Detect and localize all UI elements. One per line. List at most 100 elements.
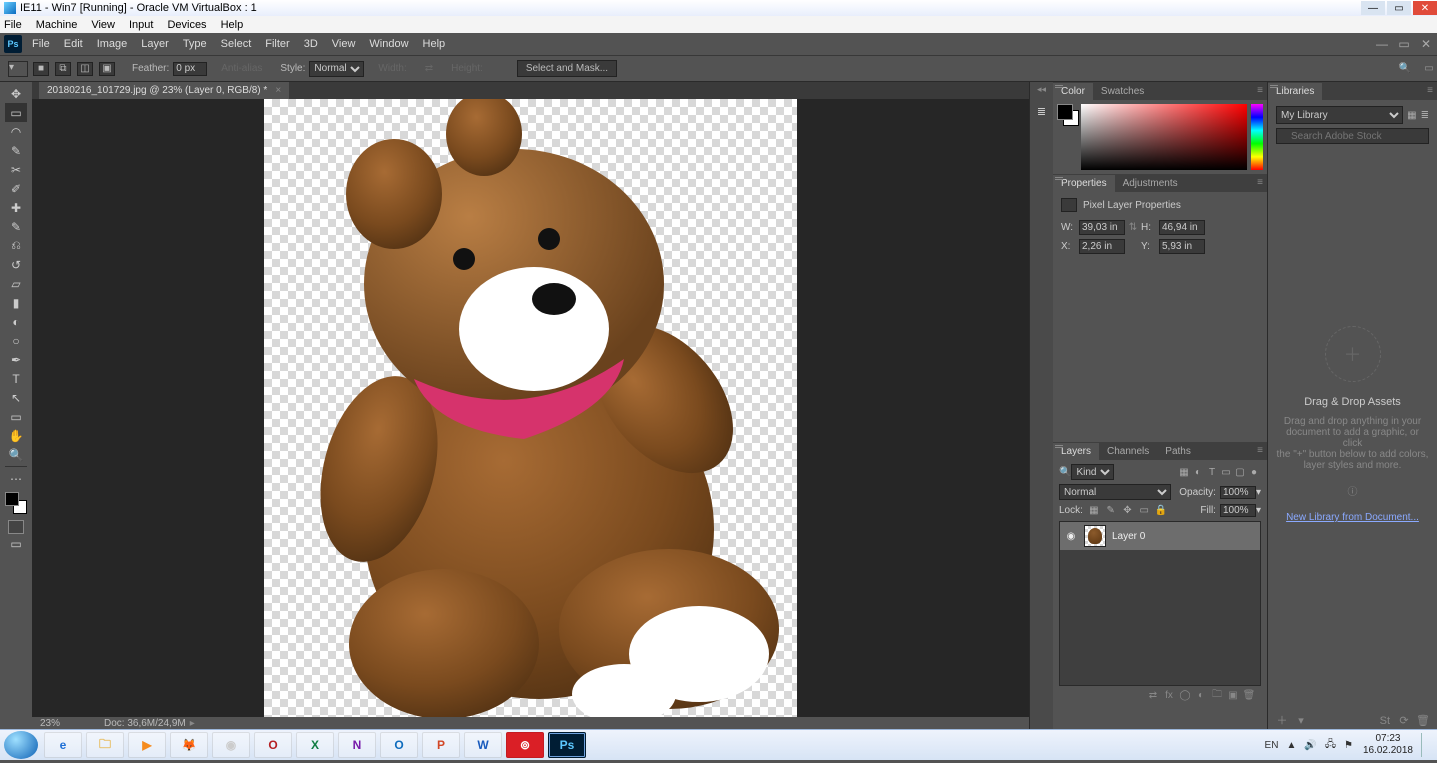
tray-action-icon[interactable]: ⚑ bbox=[1344, 740, 1353, 751]
gradient-tool-icon[interactable]: ▮ bbox=[5, 293, 27, 312]
taskbar-powerpoint-icon[interactable]: P bbox=[422, 732, 460, 758]
tray-lang[interactable]: EN bbox=[1265, 740, 1279, 751]
selection-new-icon[interactable]: ■ bbox=[33, 62, 49, 76]
library-sync-icon[interactable]: ⟳ bbox=[1396, 714, 1412, 727]
style-select[interactable]: Normal bbox=[309, 61, 364, 77]
ps-menu-window[interactable]: Window bbox=[369, 38, 408, 50]
tray-clock[interactable]: 07:23 16.02.2018 bbox=[1363, 733, 1413, 757]
selection-add-icon[interactable]: ⧉ bbox=[55, 62, 71, 76]
vbox-menu-devices[interactable]: Devices bbox=[167, 19, 206, 31]
delete-layer-icon[interactable]: 🗑 bbox=[1241, 690, 1257, 701]
taskbar-firefox-icon[interactable]: 🦊 bbox=[170, 732, 208, 758]
library-select[interactable]: My Library bbox=[1276, 106, 1403, 124]
filter-adjust-icon[interactable]: ◐ bbox=[1191, 467, 1205, 478]
lock-image-icon[interactable]: ✎ bbox=[1104, 505, 1118, 516]
lock-all-icon[interactable]: 🔒 bbox=[1154, 505, 1168, 516]
vbox-menu-view[interactable]: View bbox=[91, 19, 115, 31]
prop-w-input[interactable] bbox=[1079, 220, 1125, 235]
tab-adjustments[interactable]: Adjustments bbox=[1115, 175, 1186, 192]
type-tool-icon[interactable]: T bbox=[5, 369, 27, 388]
rail-expand-icon[interactable]: ◂◂ bbox=[1032, 82, 1052, 97]
taskbar-wmp-icon[interactable]: ▶ bbox=[128, 732, 166, 758]
new-library-link[interactable]: New Library from Document... bbox=[1286, 512, 1419, 523]
layer-visibility-icon[interactable]: ◉ bbox=[1064, 531, 1078, 542]
ps-menu-filter[interactable]: Filter bbox=[265, 38, 289, 50]
ps-menu-view[interactable]: View bbox=[332, 38, 356, 50]
vbox-maximize-button[interactable]: ▭ bbox=[1387, 1, 1411, 15]
opacity-value[interactable]: 100% bbox=[1220, 486, 1256, 499]
search-icon[interactable]: 🔍 bbox=[1397, 62, 1413, 76]
properties-panel-menu-icon[interactable]: ≡ bbox=[1251, 177, 1263, 187]
prop-x-input[interactable] bbox=[1079, 239, 1125, 254]
eraser-tool-icon[interactable]: ▱ bbox=[5, 274, 27, 293]
taskbar-chrome-icon[interactable]: ◉ bbox=[212, 732, 250, 758]
ps-menu-help[interactable]: Help bbox=[423, 38, 446, 50]
tool-preset-picker[interactable]: ▾ bbox=[8, 61, 28, 77]
taskbar-onenote-icon[interactable]: N bbox=[338, 732, 376, 758]
document-tab[interactable]: 20180216_101729.jpg @ 23% (Layer 0, RGB/… bbox=[39, 82, 289, 99]
ps-close-button[interactable]: ✕ bbox=[1415, 37, 1437, 51]
fill-value[interactable]: 100% bbox=[1220, 504, 1256, 517]
filter-shape-icon[interactable]: ▭ bbox=[1219, 467, 1233, 478]
taskbar-word-icon[interactable]: W bbox=[464, 732, 502, 758]
library-add-menu-icon[interactable]: ▾ bbox=[1293, 714, 1309, 727]
ps-menu-3d[interactable]: 3D bbox=[304, 38, 318, 50]
prop-y-input[interactable] bbox=[1159, 239, 1205, 254]
fill-arrow-icon[interactable]: ▾ bbox=[1256, 505, 1261, 516]
prop-h-input[interactable] bbox=[1159, 220, 1205, 235]
pen-tool-icon[interactable]: ✒ bbox=[5, 350, 27, 369]
vbox-menu-file[interactable]: File bbox=[4, 19, 22, 31]
quick-mask-icon[interactable] bbox=[8, 520, 24, 534]
quick-select-tool-icon[interactable]: ✎ bbox=[5, 141, 27, 160]
screen-mode-icon[interactable]: ▭ bbox=[5, 534, 27, 553]
library-stock-icon[interactable]: St bbox=[1377, 715, 1393, 727]
ps-menu-type[interactable]: Type bbox=[183, 38, 207, 50]
library-grid-view-icon[interactable]: ▦ bbox=[1407, 110, 1416, 121]
taskbar-excel-icon[interactable]: X bbox=[296, 732, 334, 758]
color-field[interactable] bbox=[1081, 104, 1247, 170]
ps-minimize-button[interactable]: — bbox=[1371, 37, 1393, 51]
taskbar-ie-icon[interactable]: e bbox=[44, 732, 82, 758]
move-tool-icon[interactable]: ✥ bbox=[5, 84, 27, 103]
selection-intersect-icon[interactable]: ▣ bbox=[99, 62, 115, 76]
library-list-view-icon[interactable]: ≣ bbox=[1421, 110, 1429, 121]
taskbar-photoshop-icon[interactable]: Ps bbox=[548, 732, 586, 758]
selection-subtract-icon[interactable]: ◫ bbox=[77, 62, 93, 76]
taskbar-explorer-icon[interactable]: 🗀 bbox=[86, 732, 124, 758]
tab-paths[interactable]: Paths bbox=[1157, 443, 1199, 460]
layer-fx-icon[interactable]: fx bbox=[1161, 690, 1177, 701]
lock-position-icon[interactable]: ✥ bbox=[1120, 505, 1134, 516]
vbox-menu-input[interactable]: Input bbox=[129, 19, 153, 31]
layer-thumbnail[interactable] bbox=[1084, 525, 1106, 547]
info-icon[interactable]: ⓘ bbox=[1348, 483, 1358, 498]
new-layer-icon[interactable]: ▣ bbox=[1225, 690, 1241, 701]
taskbar-opera-icon[interactable]: O bbox=[254, 732, 292, 758]
workspace-switcher-icon[interactable]: ▭ bbox=[1421, 62, 1437, 76]
tray-volume-icon[interactable]: 🔊 bbox=[1304, 740, 1316, 751]
vbox-menu-machine[interactable]: Machine bbox=[36, 19, 78, 31]
blur-tool-icon[interactable]: ◐ bbox=[5, 312, 27, 331]
library-add-icon[interactable]: ＋ bbox=[1274, 712, 1290, 728]
tray-network-icon[interactable]: 🖧 bbox=[1325, 737, 1336, 754]
layer-name[interactable]: Layer 0 bbox=[1112, 531, 1145, 542]
filter-toggle-icon[interactable]: ● bbox=[1247, 467, 1261, 478]
clone-stamp-tool-icon[interactable]: ⎌ bbox=[5, 236, 27, 255]
hand-tool-icon[interactable]: ✋ bbox=[5, 426, 27, 445]
filter-pixel-icon[interactable]: ▦ bbox=[1177, 467, 1191, 478]
path-select-tool-icon[interactable]: ↖ bbox=[5, 388, 27, 407]
tray-show-hidden-icon[interactable]: ▲ bbox=[1286, 740, 1296, 751]
library-search-input[interactable] bbox=[1276, 128, 1429, 144]
ps-menu-image[interactable]: Image bbox=[97, 38, 128, 50]
eyedropper-tool-icon[interactable]: ✐ bbox=[5, 179, 27, 198]
brush-tool-icon[interactable]: ✎ bbox=[5, 217, 27, 236]
status-zoom[interactable]: 23% bbox=[40, 718, 92, 729]
dodge-tool-icon[interactable]: ○ bbox=[5, 331, 27, 350]
link-wh-icon[interactable]: ⇅ bbox=[1125, 222, 1141, 233]
feather-input[interactable] bbox=[173, 62, 207, 76]
library-drop-zone[interactable]: ＋ Drag & Drop Assets Drag and drop anyth… bbox=[1276, 144, 1429, 705]
show-desktop-button[interactable] bbox=[1421, 733, 1429, 757]
layer-filter-select[interactable]: Kind bbox=[1071, 464, 1114, 480]
vbox-menu-help[interactable]: Help bbox=[221, 19, 244, 31]
start-button[interactable] bbox=[4, 731, 38, 759]
library-delete-icon[interactable]: 🗑 bbox=[1415, 714, 1431, 727]
